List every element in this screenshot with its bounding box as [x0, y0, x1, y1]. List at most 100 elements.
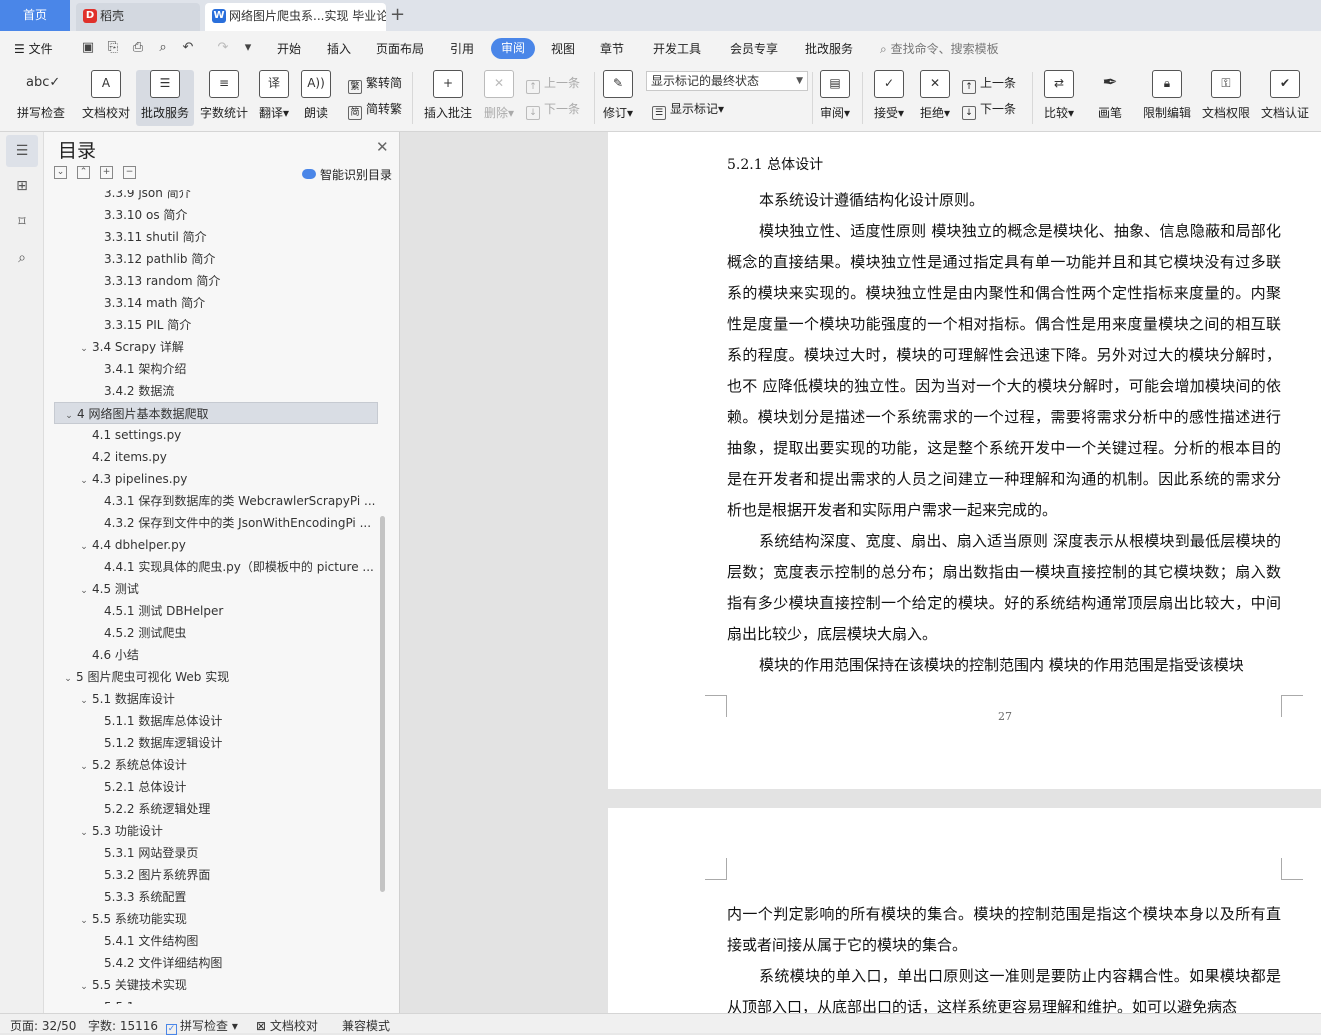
- proofread-button[interactable]: A 文档校对: [80, 70, 132, 121]
- toc-item[interactable]: ⌄ 5.2 系统总体设计: [54, 754, 378, 776]
- menu-member[interactable]: 会员专享: [730, 40, 778, 57]
- print-icon[interactable]: ⎙: [130, 40, 146, 56]
- markup-state-select[interactable]: 显示标记的最终状态 ▼: [646, 71, 808, 91]
- delete-comment-button[interactable]: ✕ 删除▾: [480, 70, 518, 121]
- chevron-down-icon[interactable]: ⌄: [78, 536, 90, 556]
- toc-item[interactable]: ⌄ 5 图片爬虫可视化 Web 实现: [54, 666, 378, 688]
- spellcheck-status[interactable]: ✓ 拼写检查 ▾: [166, 1017, 238, 1035]
- toc-item[interactable]: 3.4.2 数据流: [54, 380, 378, 402]
- undo-icon[interactable]: ↶: [180, 40, 196, 56]
- customize-toolbar-icon[interactable]: ▾: [240, 40, 256, 56]
- word-count-indicator[interactable]: 字数: 15116: [88, 1017, 158, 1034]
- chevron-down-icon[interactable]: ⌄: [78, 690, 90, 710]
- toc-outline-icon[interactable]: ☰: [6, 135, 38, 167]
- search-icon[interactable]: ⌕: [12, 248, 32, 268]
- expand-up-icon[interactable]: ⌃: [77, 166, 90, 179]
- toc-item[interactable]: 4.5.2 测试爬虫: [54, 622, 378, 644]
- word-count-button[interactable]: ≡ 字数统计: [198, 70, 250, 121]
- toc-item[interactable]: 5.2.1 总体设计: [54, 776, 378, 798]
- toc-item[interactable]: 4.3.1 保存到数据库的类 WebcrawlerScrapyPi ...: [54, 490, 378, 512]
- toc-item[interactable]: 3.3.9 json 简介: [54, 190, 378, 204]
- toc-item[interactable]: 3.3.14 math 简介: [54, 292, 378, 314]
- page-indicator[interactable]: 页面: 32/50: [10, 1017, 76, 1034]
- toc-item[interactable]: 5.4.1 文件结构图: [54, 930, 378, 952]
- toc-item[interactable]: 5.3.3 系统配置: [54, 886, 378, 908]
- toc-item[interactable]: 4.5.1 测试 DBHelper: [54, 600, 378, 622]
- chevron-down-icon[interactable]: ⌄: [78, 822, 90, 842]
- toc-item[interactable]: 5.1.1 数据库总体设计: [54, 710, 378, 732]
- chevron-down-icon[interactable]: ⌄: [78, 338, 90, 358]
- toc-item[interactable]: ⌄ 5.5 系统功能实现: [54, 908, 378, 930]
- tab-daoke[interactable]: D 稻壳: [76, 3, 200, 31]
- print-preview-icon[interactable]: ⌕: [155, 40, 171, 56]
- toc-item[interactable]: 3.3.11 shutil 简介: [54, 226, 378, 248]
- toc-item[interactable]: ⌄ 5.1 数据库设计: [54, 688, 378, 710]
- doc-permission-button[interactable]: ⚿ 文档权限: [1200, 70, 1252, 121]
- menu-view[interactable]: 视图: [551, 40, 575, 57]
- menu-start[interactable]: 开始: [277, 40, 301, 57]
- remove-heading-icon[interactable]: −: [123, 166, 136, 179]
- command-search[interactable]: ⌕ 查找命令、搜索模板: [880, 40, 999, 57]
- chevron-down-icon[interactable]: ⌄: [78, 580, 90, 600]
- file-menu[interactable]: ☰ 文件: [14, 40, 53, 57]
- tab-home[interactable]: 首页: [0, 0, 70, 31]
- menu-references[interactable]: 引用: [450, 40, 474, 57]
- menu-insert[interactable]: 插入: [327, 40, 351, 57]
- reject-button[interactable]: ✕ 拒绝▾: [916, 70, 954, 121]
- collapse-all-icon[interactable]: ⌄: [54, 166, 67, 179]
- redo-icon[interactable]: ↷: [215, 40, 231, 56]
- spellcheck-button[interactable]: abc✓ 拼写检查: [10, 70, 72, 121]
- toc-item[interactable]: 3.4.1 架构介绍: [54, 358, 378, 380]
- menu-review[interactable]: 审阅: [491, 38, 536, 59]
- proofread-status[interactable]: ⊠ 文档校对: [256, 1017, 318, 1034]
- tab-document[interactable]: W 网络图片爬虫系...实现 毕业论: [205, 3, 386, 31]
- toc-item[interactable]: ⌄ 5.3 功能设计: [54, 820, 378, 842]
- toc-item[interactable]: ⌄ 5.5 关键技术实现: [54, 974, 378, 996]
- toc-item[interactable]: ⌄ 4.3 pipelines.py: [54, 468, 378, 490]
- translate-button[interactable]: 译 翻译▾: [256, 70, 292, 121]
- toc-item[interactable]: 5.3.2 图片系统界面: [54, 864, 378, 886]
- review-pane-button[interactable]: ▤ 审阅▾: [816, 70, 854, 121]
- doc-auth-button[interactable]: ✔ 文档认证: [1258, 70, 1312, 121]
- add-heading-icon[interactable]: +: [100, 166, 113, 179]
- next-comment-button[interactable]: ↓ 下一条: [526, 100, 580, 120]
- chevron-down-icon[interactable]: ⌄: [78, 470, 90, 490]
- toc-item[interactable]: 4.4.1 实现具体的爬虫.py（即模板中的 picture ...: [54, 556, 378, 578]
- pen-button[interactable]: ✒ 画笔: [1092, 70, 1128, 121]
- menu-page-layout[interactable]: 页面布局: [376, 40, 424, 57]
- menu-developer[interactable]: 开发工具: [653, 40, 701, 57]
- chevron-down-icon[interactable]: ⌄: [63, 405, 75, 423]
- toc-item[interactable]: 4.1 settings.py: [54, 424, 378, 446]
- smart-toc-button[interactable]: 智能识别目录: [302, 166, 392, 183]
- toc-item[interactable]: 5.3.1 网站登录页: [54, 842, 378, 864]
- toc-item[interactable]: 3.3.12 pathlib 简介: [54, 248, 378, 270]
- new-tab-plus-icon[interactable]: +: [390, 4, 405, 26]
- chevron-down-icon[interactable]: ⌄: [62, 668, 74, 688]
- toc-item[interactable]: 4.3.2 保存到文件中的类 JsonWithEncodingPi ...: [54, 512, 378, 534]
- insert-comment-button[interactable]: + 插入批注: [422, 70, 474, 121]
- toc-item[interactable]: 3.3.15 PIL 简介: [54, 314, 378, 336]
- toc-item[interactable]: 4.6 小结: [54, 644, 378, 666]
- toc-item[interactable]: 5.4.2 文件详细结构图: [54, 952, 378, 974]
- toc-item[interactable]: 5.5.1 ...: [54, 996, 378, 1004]
- menu-review-service[interactable]: 批改服务: [805, 40, 853, 57]
- compare-button[interactable]: ⇄ 比较▾: [1040, 70, 1078, 121]
- read-aloud-button[interactable]: A)) 朗读: [300, 70, 332, 121]
- toc-item[interactable]: ⌄ 4 网络图片基本数据爬取: [54, 402, 378, 424]
- track-changes-button[interactable]: ✎ 修订▾: [600, 70, 636, 121]
- next-change-button[interactable]: ↓ 下一条: [962, 100, 1016, 120]
- show-markup-button[interactable]: ☰ 显示标记▾: [652, 100, 724, 120]
- toc-item[interactable]: 5.2.2 系统逻辑处理: [54, 798, 378, 820]
- toc-item[interactable]: ⌄ 3.4 Scrapy 详解: [54, 336, 378, 358]
- prev-change-button[interactable]: ↑ 上一条: [962, 74, 1016, 94]
- close-icon[interactable]: ✕: [376, 138, 389, 156]
- prev-comment-button[interactable]: ↑ 上一条: [526, 74, 580, 94]
- bookmark-icon[interactable]: ⌑: [12, 212, 32, 232]
- chevron-down-icon[interactable]: ⌄: [78, 976, 90, 996]
- to-traditional-button[interactable]: 繁繁转简: [348, 74, 402, 94]
- toc-item[interactable]: 4.2 items.py: [54, 446, 378, 468]
- accept-button[interactable]: ✓ 接受▾: [870, 70, 908, 121]
- export-pdf-icon[interactable]: ⎘: [105, 40, 121, 56]
- chevron-down-icon[interactable]: ⌄: [78, 910, 90, 930]
- toc-item[interactable]: ⌄ 4.5 测试: [54, 578, 378, 600]
